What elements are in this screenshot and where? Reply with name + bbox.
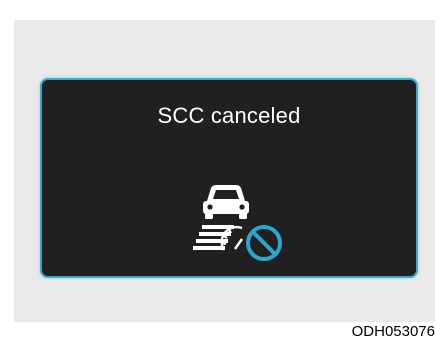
cluster-display: SCC canceled bbox=[40, 78, 418, 278]
scc-canceled-icon bbox=[193, 185, 284, 263]
image-code-label: ODH053076 bbox=[351, 323, 435, 340]
cancel-icon bbox=[244, 223, 284, 263]
status-message: SCC canceled bbox=[157, 103, 301, 128]
